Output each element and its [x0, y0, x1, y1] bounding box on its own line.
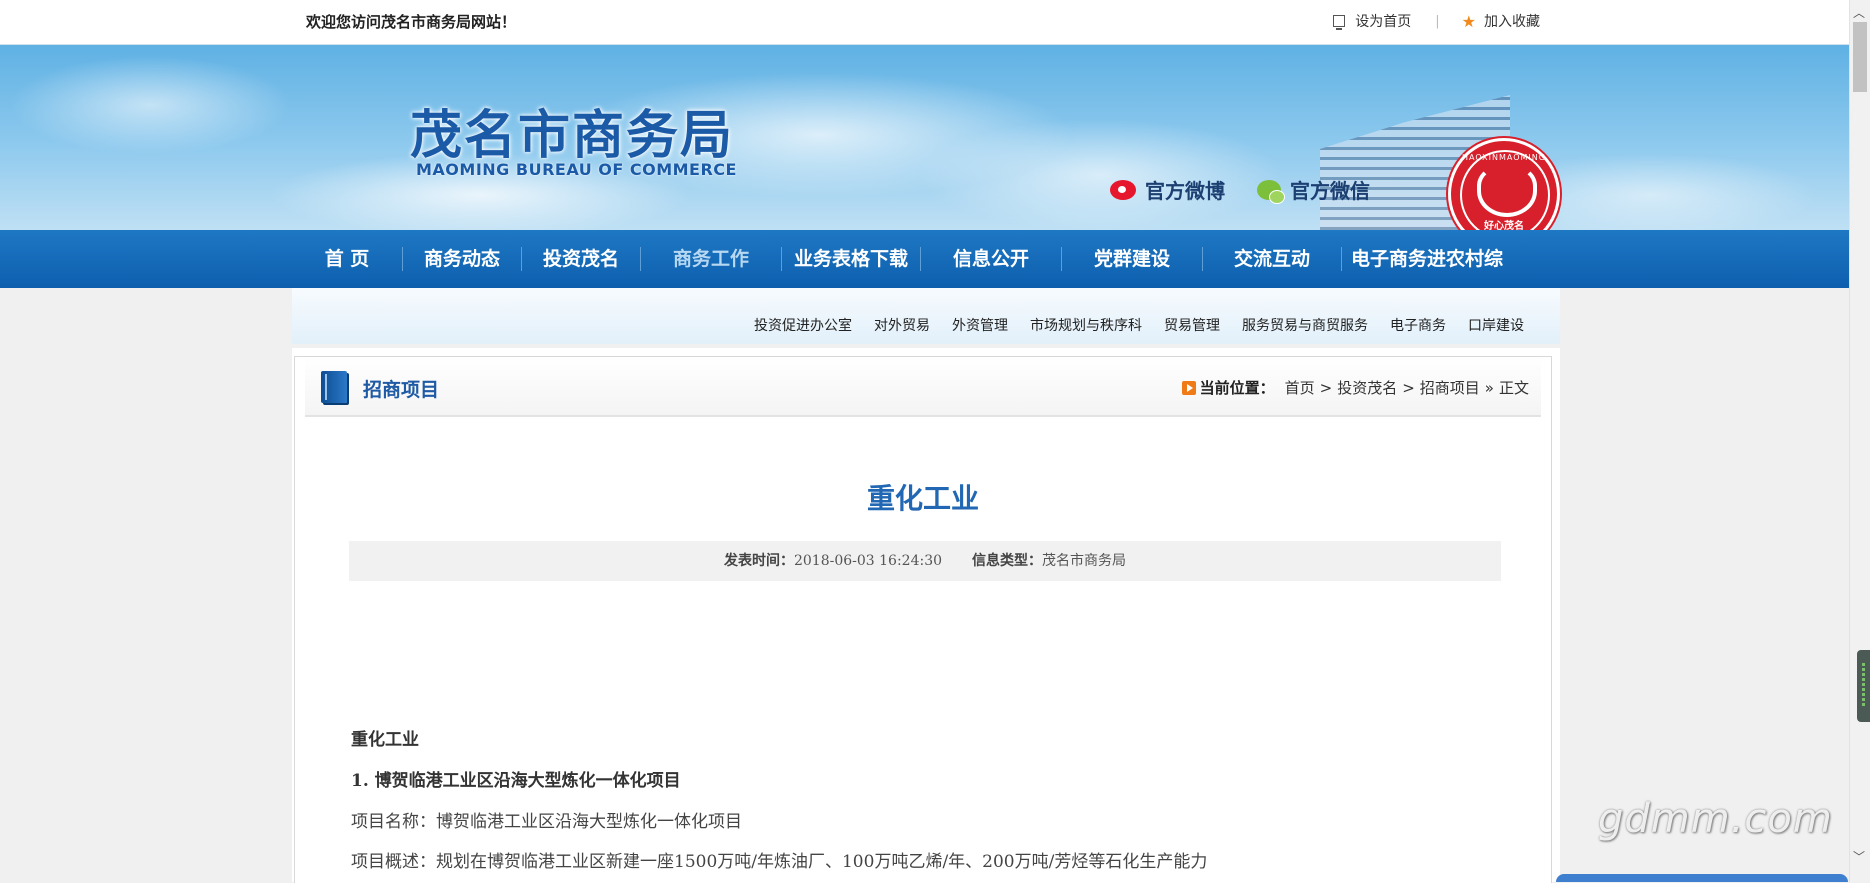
subnav-investment-office[interactable]: 投资促进办公室 — [754, 315, 852, 335]
play-arrow-icon — [1181, 380, 1196, 395]
breadcrumb-current: 正文 — [1498, 379, 1529, 397]
weibo-icon — [1110, 179, 1136, 200]
set-home-link[interactable]: 设为首页 — [1333, 11, 1411, 31]
article-paragraph: 项目概述：规划在博贺临港工业区新建一座1500万吨/年炼油厂、100万吨乙烯/年… — [351, 852, 1208, 872]
set-home-label: 设为首页 — [1355, 14, 1412, 30]
nav-form-download[interactable]: 业务表格下载 — [782, 230, 920, 288]
floating-toolbar[interactable] — [1556, 874, 1848, 882]
wechat-label: 官方微信 — [1290, 179, 1370, 203]
star-icon: ★ — [1461, 11, 1476, 31]
article-title: 重化工业 — [866, 482, 979, 515]
watermark-text: gdmm.com — [1598, 796, 1833, 842]
breadcrumb-label: 当前位置： — [1199, 379, 1275, 397]
nav-business-work-label: 商务工作 — [672, 248, 749, 270]
top-link-separator: | — [1435, 13, 1440, 29]
official-weibo-link[interactable]: 官方微博 — [1110, 175, 1225, 204]
nav-invest-maoming[interactable]: 投资茂名 — [522, 230, 640, 288]
subnav-ecommerce[interactable]: 电子商务 — [1390, 315, 1446, 335]
publish-time: 2018-06-03 16:24:30 — [793, 553, 943, 569]
article-card: 招商项目 当前位置： 首页 > 投资茂名 > 招商项目 » 正文 重化工业 发表… — [294, 356, 1552, 883]
header-banner: 茂名市商务局 MAOMING BUREAU OF COMMERCE 官方微博 官… — [0, 45, 1850, 250]
nav-business-news[interactable]: 商务动态 — [403, 230, 521, 288]
nav-interaction[interactable]: 交流互动 — [1203, 230, 1341, 288]
add-favorite-label: 加入收藏 — [1484, 14, 1540, 30]
welcome-text: 欢迎您访问茂名市商务局网站！ — [306, 13, 517, 31]
scroll-down-icon[interactable]: ﹀ — [1853, 848, 1865, 865]
page-scrollbar[interactable]: ︿ ﹀ — [1849, 0, 1870, 882]
seal-top-text: HAOXINMAOMING — [1462, 153, 1546, 162]
scroll-up-icon[interactable]: ︿ — [1853, 4, 1865, 21]
breadcrumb-invest[interactable]: 投资茂名 — [1337, 377, 1397, 398]
article-paragraph: 1. 博贺临港工业区沿海大型炼化一体化项目 — [351, 771, 681, 791]
breadcrumb-separator: > — [1402, 378, 1415, 397]
subnav-service-trade[interactable]: 服务贸易与商贸服务 — [1242, 315, 1368, 335]
nav-party-building[interactable]: 党群建设 — [1062, 230, 1202, 288]
sub-nav-items: 投资促进办公室 对外贸易 外资管理 市场规划与秩序科 贸易管理 服务贸易与商贸服… — [732, 315, 1524, 335]
section-title: 招商项目 — [363, 379, 440, 401]
site-subtitle: MAOMING BUREAU OF COMMERCE — [416, 160, 737, 179]
top-links: 设为首页 | ★ 加入收藏 — [1333, 11, 1540, 31]
article-meta: 发表时间：2018-06-03 16:24:30 信息类型：茂名市商务局 — [349, 541, 1501, 581]
article-paragraph: 重化工业 — [351, 730, 419, 750]
sub-nav: 投资促进办公室 对外贸易 外资管理 市场规划与秩序科 贸易管理 服务贸易与商贸服… — [292, 288, 1560, 344]
subnav-port-construction[interactable]: 口岸建设 — [1468, 315, 1524, 335]
info-type: 茂名市商务局 — [1042, 553, 1127, 569]
section-header: 招商项目 当前位置： 首页 > 投资茂名 > 招商项目 » 正文 — [305, 357, 1541, 417]
weibo-label: 官方微博 — [1145, 179, 1225, 203]
side-float-widget[interactable] — [1857, 650, 1870, 722]
top-bar-inner: 欢迎您访问茂名市商务局网站！ 设为首页 | ★ 加入收藏 — [292, 0, 1560, 44]
official-wechat-link[interactable]: 官方微信 — [1257, 175, 1370, 204]
subnav-trade-management[interactable]: 贸易管理 — [1164, 315, 1220, 335]
main-nav-items: 首 页 商务动态 投资茂名 商务工作 业务表格下载 信息公开 党群建设 交流互动… — [292, 230, 1512, 296]
breadcrumb-separator: » — [1484, 378, 1494, 397]
book-icon — [321, 371, 347, 403]
add-favorite-link[interactable]: ★ 加入收藏 — [1462, 11, 1540, 31]
main-nav: 首 页 商务动态 投资茂名 商务工作 业务表格下载 信息公开 党群建设 交流互动… — [0, 230, 1850, 296]
nav-info-disclosure[interactable]: 信息公开 — [921, 230, 1061, 288]
subnav-foreign-trade[interactable]: 对外贸易 — [874, 315, 930, 335]
info-type-label: 信息类型： — [972, 553, 1043, 569]
article-paragraph: 项目名称：博贺临港工业区沿海大型炼化一体化项目 — [351, 812, 742, 832]
breadcrumb-projects[interactable]: 招商项目 — [1420, 377, 1480, 398]
breadcrumb: 当前位置： 首页 > 投资茂名 > 招商项目 » 正文 — [1181, 377, 1529, 398]
site-title: 茂名市商务局 — [410, 105, 735, 166]
top-bar: 欢迎您访问茂名市商务局网站！ 设为首页 | ★ 加入收藏 — [0, 0, 1850, 45]
publish-time-label: 发表时间： — [723, 553, 794, 569]
nav-rural-ecommerce[interactable]: 电子商务进农村综 — [1342, 230, 1512, 288]
monitor-icon — [1333, 15, 1346, 30]
seal-mark — [1477, 165, 1537, 217]
wechat-icon — [1257, 179, 1285, 204]
breadcrumb-home[interactable]: 首页 — [1285, 377, 1315, 398]
nav-home[interactable]: 首 页 — [292, 230, 402, 288]
subnav-foreign-investment[interactable]: 外资管理 — [952, 315, 1008, 335]
breadcrumb-separator: > — [1319, 378, 1333, 397]
nav-business-work[interactable]: 商务工作 — [641, 230, 781, 296]
subnav-market-planning[interactable]: 市场规划与秩序科 — [1030, 315, 1142, 335]
scrollbar-thumb[interactable] — [1853, 22, 1867, 92]
